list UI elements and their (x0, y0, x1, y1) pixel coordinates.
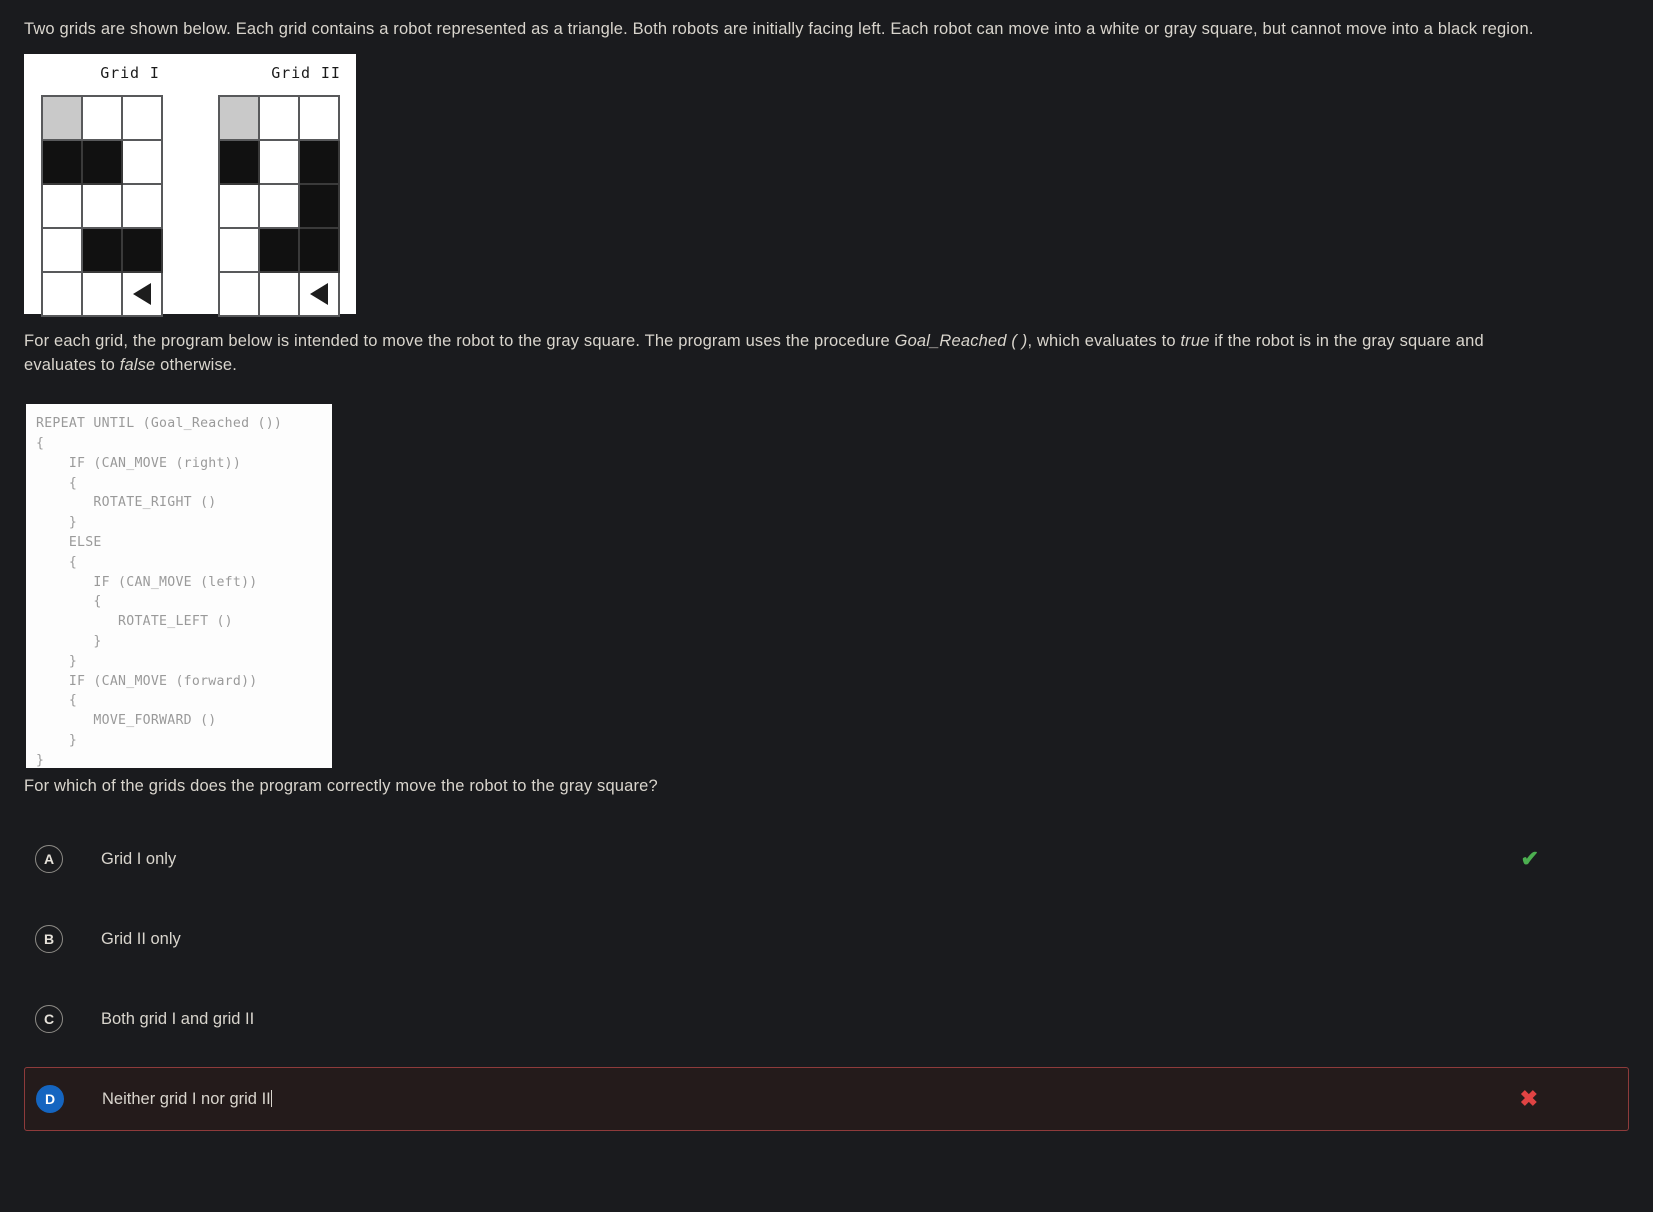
grid-2-cell-r1c1 (260, 141, 300, 185)
option-letter-c[interactable]: C (35, 1005, 63, 1033)
grid-2-cell-r1c0 (220, 141, 260, 185)
text-caret (270, 1089, 272, 1107)
grid-2-cell-r3c2 (300, 229, 340, 273)
grid-2-cell-r4c2 (300, 273, 340, 317)
procedure-text-part1: For each grid, the program below is inte… (24, 332, 895, 350)
grid-1-cell-r3c1 (83, 229, 123, 273)
grid-1-cell-r0c2 (123, 97, 163, 141)
question-page: Two grids are shown below. Each grid con… (0, 0, 1653, 1212)
grid-1-cell-r4c0 (43, 273, 83, 317)
grid-2-cell-r0c0 (220, 97, 260, 141)
grid-2-board (218, 95, 340, 317)
procedure-name: Goal_Reached ( ) (894, 332, 1028, 350)
grid-1-cell-r2c1 (83, 185, 123, 229)
true-keyword: true (1180, 332, 1210, 350)
robot-triangle-icon (310, 283, 328, 305)
intro-paragraph: Two grids are shown below. Each grid con… (24, 20, 1534, 38)
grid-1-title: Grid I (100, 64, 160, 82)
grid-2-cell-r2c2 (300, 185, 340, 229)
grid-1-cell-r1c2 (123, 141, 163, 185)
grid-1-cell-r0c0 (43, 97, 83, 141)
false-keyword: false (119, 355, 156, 374)
grid-2-cell-r3c1 (260, 229, 300, 273)
grid-1-board (41, 95, 163, 317)
option-letter-a[interactable]: A (35, 845, 63, 873)
grid-1-cell-r4c1 (83, 273, 123, 317)
grid-1-cell-r1c0 (43, 141, 83, 185)
grid-2-cell-r3c0 (220, 229, 260, 273)
grid-1-cell-r3c2 (123, 229, 163, 273)
option-letter-b[interactable]: B (35, 925, 63, 953)
option-label-a: Grid I only (101, 849, 177, 868)
grid-1-cell-r4c2 (123, 273, 163, 317)
pseudocode-block: REPEAT UNTIL (Goal_Reached ()) { IF (CAN… (26, 404, 332, 769)
grid-2-cell-r2c0 (220, 185, 260, 229)
grid-1-cell-r3c0 (43, 229, 83, 273)
option-row-c[interactable]: C Both grid I and grid II (24, 987, 1629, 1051)
grid-1-cell-r1c1 (83, 141, 123, 185)
option-row-a[interactable]: A Grid I only ✔ (24, 827, 1629, 891)
option-row-d[interactable]: D Neither grid I nor grid II ✖ (24, 1067, 1629, 1131)
option-letter-d[interactable]: D (36, 1085, 64, 1113)
grid-2-cell-r4c1 (260, 273, 300, 317)
grid-2-cell-r1c2 (300, 141, 340, 185)
option-label-d: Neither grid I nor grid II (102, 1089, 272, 1108)
option-row-b[interactable]: B Grid II only (24, 907, 1629, 971)
grid-2-cell-r2c1 (260, 185, 300, 229)
robot-triangle-icon (133, 283, 151, 305)
grid-1-cell-r0c1 (83, 97, 123, 141)
grids-figure: Grid I Grid II (24, 54, 356, 317)
option-label-c: Both grid I and grid II (101, 1009, 255, 1028)
procedure-text-part4: otherwise. (155, 355, 238, 374)
incorrect-cross-icon: ✖ (1519, 1086, 1538, 1111)
grid-2-title: Grid II (271, 64, 341, 82)
grid-2-cell-r0c1 (260, 97, 300, 141)
option-label-b: Grid II only (101, 929, 181, 948)
procedure-paragraph: For each grid, the program below is inte… (24, 330, 1494, 378)
grid-1-cell-r2c0 (43, 185, 83, 229)
grid-2-cell-r4c0 (220, 273, 260, 317)
question-prompt: For which of the grids does the program … (24, 777, 658, 795)
grid-2-cell-r0c2 (300, 97, 340, 141)
correct-check-icon: ✔ (1520, 846, 1539, 871)
grid-1-cell-r2c2 (123, 185, 163, 229)
procedure-text-part2: , which evaluates to (1027, 332, 1181, 350)
